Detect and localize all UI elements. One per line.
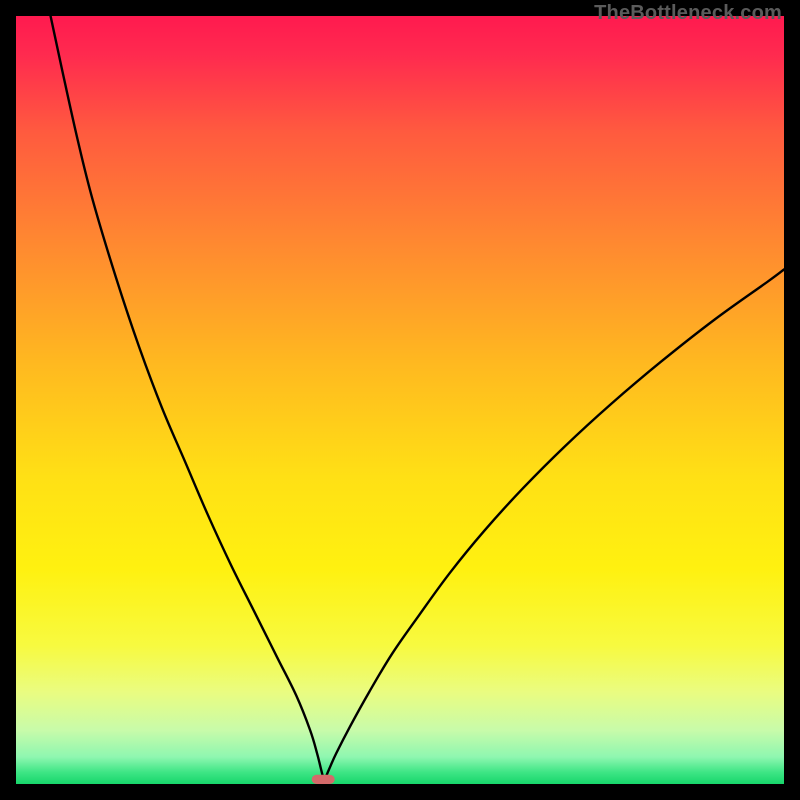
watermark-text: TheBottleneck.com [594,2,782,25]
chart-frame [16,16,784,784]
gradient-background [16,16,784,784]
bottleneck-chart [16,16,784,784]
optimum-marker [312,775,335,784]
